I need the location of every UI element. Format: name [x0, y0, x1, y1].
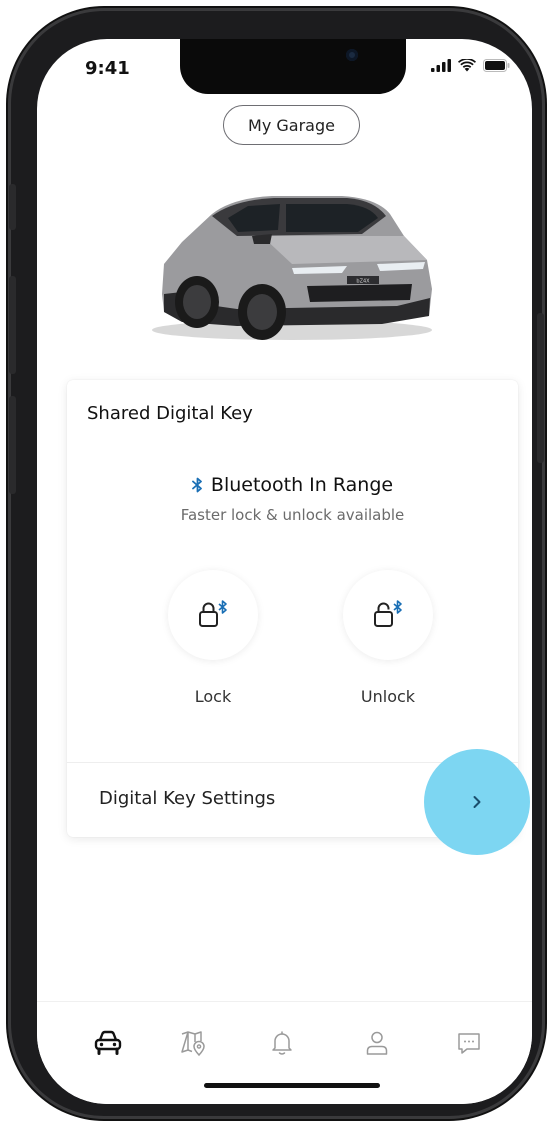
bluetooth-subtext: Faster lock & unlock available	[180, 506, 405, 524]
map-pin-icon	[181, 1031, 205, 1057]
volume-up-button	[9, 276, 16, 374]
notch	[180, 39, 406, 94]
vehicle-image: bZ4X	[152, 196, 432, 340]
lock-bluetooth-icon	[199, 600, 227, 627]
car-icon	[94, 1030, 122, 1055]
bottom-nav	[37, 1001, 532, 1104]
unlock-label: Unlock	[360, 687, 416, 706]
bluetooth-status-row: Bluetooth In Range	[67, 474, 518, 497]
nav-map[interactable]	[178, 1028, 208, 1058]
phone-screen: 9:41 My Garage bZ4X Shared Digital Key B…	[37, 39, 532, 1104]
nav-messages[interactable]	[454, 1028, 484, 1058]
badge-text: bZ4X	[356, 279, 370, 285]
my-garage-button[interactable]: My Garage	[223, 105, 360, 145]
wifi-icon	[458, 59, 476, 72]
user-icon	[366, 1031, 388, 1055]
nav-profile[interactable]	[362, 1028, 392, 1058]
lock-action[interactable]: Lock	[160, 570, 266, 706]
status-time: 9:41	[85, 58, 130, 79]
unlock-action[interactable]: Unlock	[335, 570, 441, 706]
status-icons	[431, 59, 510, 72]
front-camera	[346, 49, 358, 61]
lock-button[interactable]	[168, 570, 258, 660]
bell-icon	[272, 1031, 292, 1055]
digital-key-settings-label: Digital Key Settings	[99, 788, 276, 809]
volume-down-button	[9, 396, 16, 494]
nav-notifications[interactable]	[267, 1028, 297, 1058]
card-title: Shared Digital Key	[87, 403, 253, 424]
mute-switch	[9, 184, 16, 230]
bluetooth-icon	[192, 477, 202, 493]
chevron-right-icon	[473, 796, 481, 808]
bluetooth-status: Bluetooth In Range	[192, 474, 393, 496]
power-button	[537, 313, 544, 463]
unlock-bluetooth-icon	[374, 600, 402, 627]
signal-icon	[431, 59, 451, 72]
nav-vehicle[interactable]	[93, 1028, 123, 1058]
lock-label: Lock	[194, 687, 232, 706]
battery-icon	[483, 59, 510, 72]
chat-icon	[458, 1033, 480, 1054]
unlock-button[interactable]	[343, 570, 433, 660]
home-indicator[interactable]	[204, 1083, 380, 1088]
settings-chevron-button[interactable]	[424, 749, 530, 855]
bluetooth-status-text: Bluetooth In Range	[210, 474, 394, 496]
phone-frame: 9:41 My Garage bZ4X Shared Digital Key B…	[8, 8, 545, 1119]
